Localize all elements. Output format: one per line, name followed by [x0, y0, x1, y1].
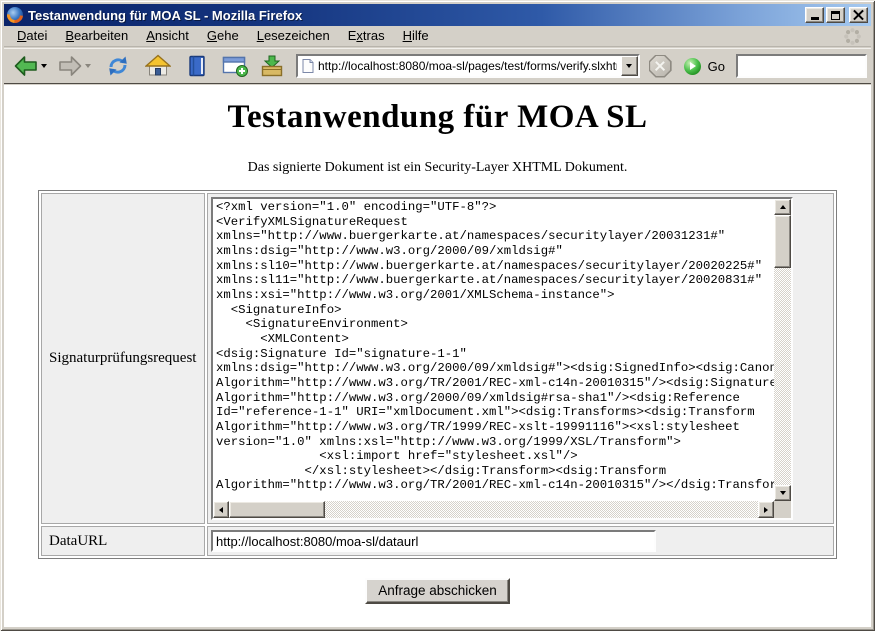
page-title: Testanwendung für MOA SL — [4, 99, 871, 136]
close-icon — [853, 10, 864, 20]
navigation-toolbar: Go G — [4, 48, 871, 84]
scroll-right-button[interactable] — [758, 501, 774, 518]
back-button[interactable] — [12, 53, 48, 79]
xml-request-textarea[interactable]: <?xml version="1.0" encoding="UTF-8"?> <… — [211, 197, 793, 520]
menu-gehe[interactable]: Gehe — [198, 26, 248, 46]
go-button[interactable]: Go — [683, 57, 726, 76]
menubar: Datei Bearbeiten Ansicht Gehe Lesezeiche… — [4, 26, 871, 47]
reload-icon — [105, 54, 131, 78]
scroll-left-button[interactable] — [213, 501, 229, 518]
maximize-icon — [831, 11, 840, 20]
go-icon — [684, 58, 701, 75]
back-dropdown-icon[interactable] — [41, 64, 47, 68]
bookmarks-button[interactable] — [184, 53, 210, 79]
search-box: G — [736, 54, 867, 78]
signature-request-cell: <?xml version="1.0" encoding="UTF-8"?> <… — [207, 193, 834, 524]
downloads-button[interactable] — [258, 53, 286, 79]
dataurl-input[interactable] — [211, 530, 656, 552]
minimize-icon — [811, 17, 819, 20]
window-title: Testanwendung für MOA SL - Mozilla Firef… — [28, 8, 800, 23]
vertical-scrollbar[interactable] — [774, 199, 791, 501]
menu-hilfe[interactable]: Hilfe — [394, 26, 438, 46]
scroll-down-button[interactable] — [774, 485, 791, 501]
back-arrow-icon — [13, 54, 39, 78]
horizontal-scroll-thumb[interactable] — [229, 501, 325, 518]
bookmarks-book-icon — [185, 54, 209, 78]
menu-datei[interactable]: Datei — [8, 26, 56, 46]
arrow-down-icon — [780, 491, 786, 495]
reload-button[interactable] — [104, 53, 132, 79]
forward-button[interactable] — [56, 53, 92, 79]
page-icon — [302, 59, 314, 73]
scroll-up-button[interactable] — [774, 199, 791, 215]
xml-request-text[interactable]: <?xml version="1.0" encoding="UTF-8"?> <… — [213, 199, 774, 501]
arrow-up-icon — [780, 205, 786, 209]
scrollbar-corner — [774, 501, 791, 518]
intro-text: Das signierte Dokument ist ein Security-… — [4, 160, 871, 176]
forward-dropdown-icon[interactable] — [85, 64, 91, 68]
chevron-down-icon — [626, 64, 632, 68]
menu-extras[interactable]: Extras — [339, 26, 394, 46]
horizontal-scrollbar[interactable] — [213, 501, 774, 518]
arrow-right-icon — [764, 507, 768, 513]
home-icon — [145, 54, 171, 78]
new-window-button[interactable] — [220, 53, 250, 79]
close-button[interactable] — [849, 7, 868, 23]
throbber-icon — [842, 26, 863, 50]
url-input[interactable] — [318, 58, 617, 74]
firefox-logo-icon — [7, 7, 23, 23]
firefox-window: Testanwendung für MOA SL - Mozilla Firef… — [0, 0, 875, 631]
menu-bearbeiten[interactable]: Bearbeiten — [56, 26, 137, 46]
menu-ansicht[interactable]: Ansicht — [137, 26, 198, 46]
url-dropdown-button[interactable] — [621, 56, 638, 76]
forward-arrow-icon — [57, 54, 83, 78]
titlebar[interactable]: Testanwendung für MOA SL - Mozilla Firef… — [4, 4, 871, 26]
go-label: Go — [708, 59, 725, 74]
submit-row: Anfrage abschicken — [4, 578, 871, 604]
downloads-box-icon — [259, 54, 285, 78]
menu-lesezeichen[interactable]: Lesezeichen — [248, 26, 339, 46]
dataurl-cell — [207, 526, 834, 556]
home-button[interactable] — [144, 53, 172, 79]
window-controls — [805, 7, 868, 23]
dataurl-label: DataURL — [41, 526, 205, 556]
submit-button[interactable]: Anfrage abschicken — [365, 578, 510, 604]
table-row: DataURL — [41, 526, 834, 556]
minimize-button[interactable] — [805, 7, 824, 23]
table-row: Signaturprüfungsrequest <?xml version="1… — [41, 193, 834, 524]
maximize-button[interactable] — [826, 7, 845, 23]
search-input[interactable] — [742, 59, 875, 73]
signature-request-label: Signaturprüfungsrequest — [41, 193, 205, 524]
url-bar — [296, 54, 640, 78]
request-form-table: Signaturprüfungsrequest <?xml version="1… — [38, 190, 837, 559]
browser-viewport: Testanwendung für MOA SL Das signierte D… — [4, 85, 871, 627]
stop-icon — [649, 55, 672, 78]
stop-button[interactable] — [648, 54, 673, 79]
vertical-scroll-thumb[interactable] — [774, 215, 791, 268]
arrow-left-icon — [219, 507, 223, 513]
new-window-icon — [221, 54, 249, 78]
